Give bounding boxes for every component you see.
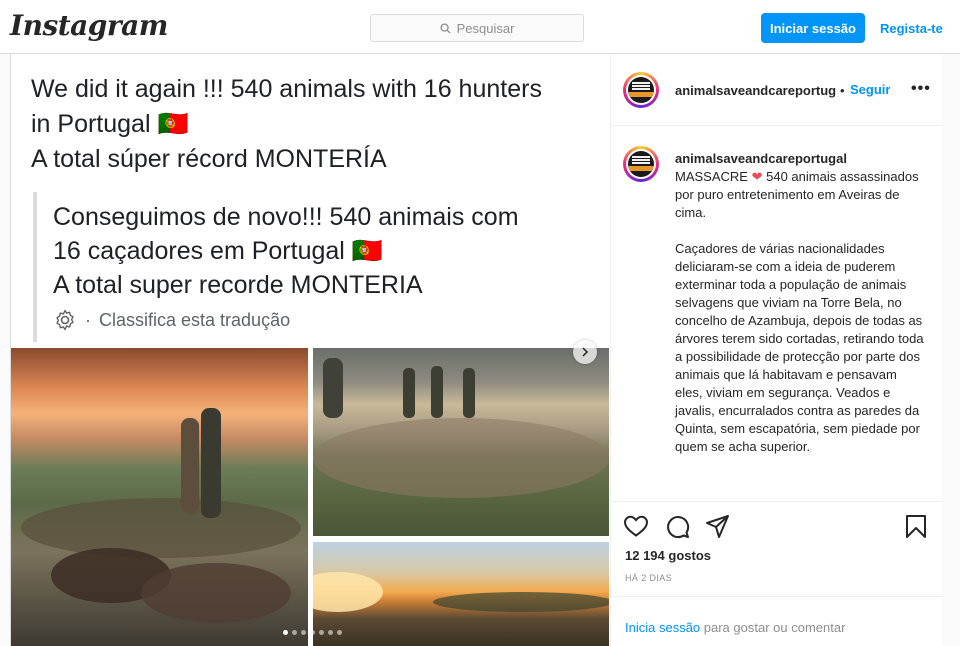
- translated-line: 16 caçadores em Portugal 🇵🇹: [53, 237, 383, 265]
- follow-button[interactable]: Seguir: [850, 82, 890, 97]
- search-placeholder: Pesquisar: [456, 20, 515, 36]
- search-input[interactable]: Pesquisar: [370, 14, 584, 42]
- hunt-photo-3: [313, 542, 609, 646]
- carousel-dot: [319, 630, 324, 635]
- original-line: in Portugal 🇵🇹: [31, 110, 189, 138]
- carousel-dot: [337, 630, 342, 635]
- username-link[interactable]: animalsaveandcareportug: [675, 83, 836, 98]
- original-post-text: We did it again !!! 540 animals with 16 …: [31, 72, 591, 177]
- likes-count[interactable]: 12 194 gostos: [625, 548, 711, 563]
- login-button[interactable]: Iniciar sessão: [761, 13, 865, 43]
- heart-icon[interactable]: [623, 514, 649, 538]
- translated-line: Conseguimos de novo!!! 540 animais com: [53, 203, 519, 231]
- quote-bar: [33, 192, 37, 342]
- broken-heart-icon: ❤: [751, 169, 763, 184]
- login-link[interactable]: Inicia sessão: [625, 620, 700, 635]
- carousel-dot: [301, 630, 306, 635]
- original-line: We did it again !!! 540 animals with 16 …: [31, 75, 542, 103]
- carousel-dot: [283, 630, 288, 635]
- post-actions: [623, 514, 933, 540]
- comment-icon[interactable]: [665, 514, 690, 539]
- original-line: A total súper récord MONTERÍA: [31, 145, 387, 173]
- share-icon[interactable]: [705, 514, 730, 539]
- hunt-photo-1: [11, 348, 308, 646]
- carousel-dot: [310, 630, 315, 635]
- caption-text: MASSACRE: [675, 169, 748, 184]
- chevron-right-icon: [582, 347, 589, 357]
- login-prompt: Inicia sessão para gostar ou comentar: [611, 596, 942, 646]
- hunt-photo-2: [313, 348, 609, 536]
- top-navigation-bar: Instagram Pesquisar Iniciar sessão Regis…: [0, 0, 960, 54]
- post-caption: animalsaveandcareportugal MASSACRE ❤ 540…: [675, 150, 925, 456]
- register-link[interactable]: Regista-te: [880, 13, 943, 43]
- next-slide-button[interactable]: [573, 340, 597, 364]
- avatar[interactable]: [623, 72, 659, 108]
- separator-dot: •: [840, 83, 845, 98]
- caption-section: animalsaveandcareportugal MASSACRE ❤ 540…: [611, 126, 942, 502]
- translated-line: A total super recorde MONTERIA: [53, 271, 423, 299]
- carousel-dots: [283, 630, 346, 635]
- instagram-logo[interactable]: Instagram: [10, 9, 168, 42]
- post-header: animalsaveandcareportug • Seguir •••: [611, 54, 942, 126]
- carousel-dot: [328, 630, 333, 635]
- caption-paragraph: Caçadores de várias nacionalidades delic…: [675, 241, 924, 454]
- translated-text: Conseguimos de novo!!! 540 animais com 1…: [53, 200, 593, 302]
- avatar[interactable]: [623, 146, 659, 182]
- post-media[interactable]: We did it again !!! 540 animals with 16 …: [11, 54, 609, 646]
- carousel-dot: [292, 630, 297, 635]
- post-sidebar: animalsaveandcareportug • Seguir ••• ani…: [610, 54, 942, 646]
- rate-translation[interactable]: · Classifica esta tradução: [53, 308, 290, 332]
- separator-dot: ·: [85, 309, 91, 330]
- post-age[interactable]: HÁ 2 DIAS: [625, 573, 672, 583]
- gear-icon: [56, 309, 74, 331]
- login-prompt-text: para gostar ou comentar: [700, 620, 846, 635]
- bookmark-icon[interactable]: [905, 514, 927, 539]
- more-options-icon[interactable]: •••: [911, 80, 931, 98]
- search-icon: [440, 22, 451, 34]
- caption-username[interactable]: animalsaveandcareportugal: [675, 150, 925, 168]
- rate-translation-label: Classifica esta tradução: [99, 309, 291, 330]
- post-container: We did it again !!! 540 animals with 16 …: [10, 54, 942, 646]
